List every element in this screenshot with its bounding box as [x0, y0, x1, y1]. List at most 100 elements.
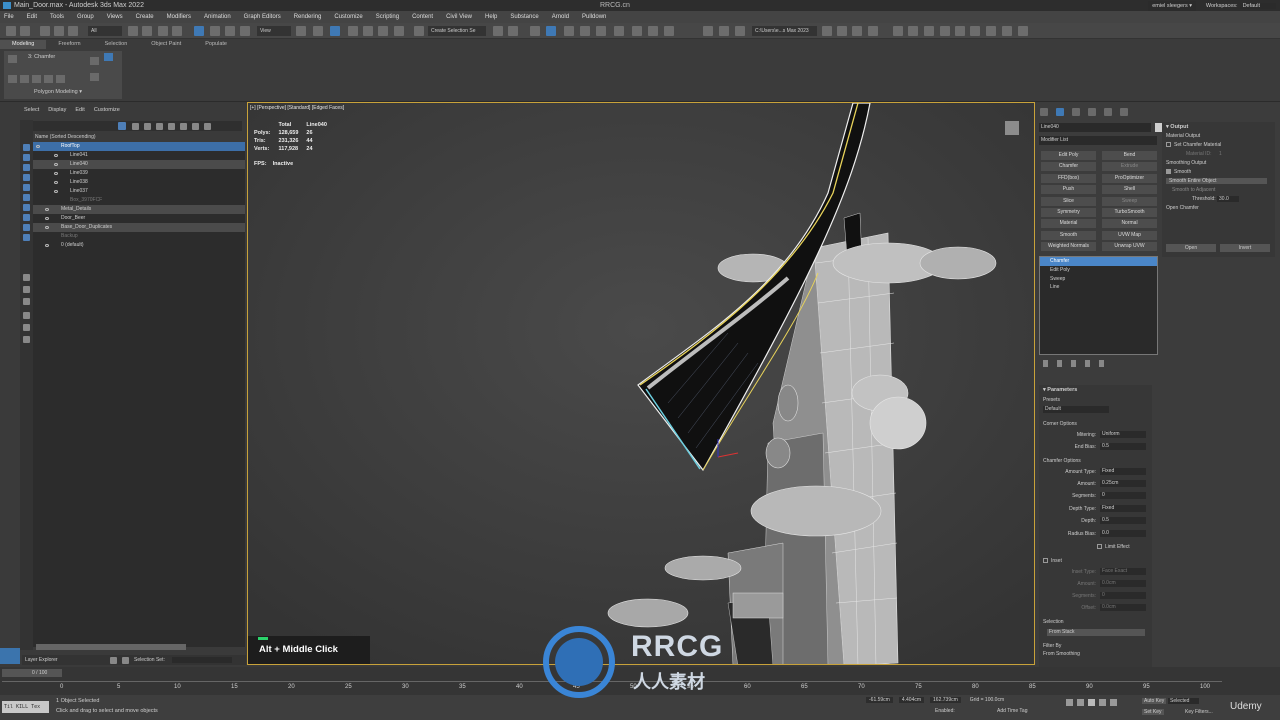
eye-icon[interactable] — [45, 226, 49, 229]
smooth-checkbox[interactable]: Smooth — [1166, 169, 1275, 175]
play-icon[interactable] — [1088, 699, 1095, 706]
menu-customize[interactable]: Customize — [334, 14, 362, 20]
display-all-icon[interactable] — [23, 274, 30, 281]
menu-tools[interactable]: Tools — [50, 14, 64, 20]
selection-dropdown[interactable]: From Stack — [1047, 629, 1145, 636]
modify-tab-icon[interactable] — [1056, 108, 1064, 116]
select-by-name-icon[interactable] — [142, 26, 152, 36]
tab-modeling[interactable]: Modeling — [0, 40, 47, 49]
mod-unwrap-uvw-button[interactable]: Unwrap UVW — [1102, 242, 1157, 252]
render-icon[interactable] — [664, 26, 674, 36]
unlink-icon[interactable] — [54, 26, 64, 36]
xref-filter-icon[interactable] — [23, 214, 30, 221]
tool-a-icon[interactable] — [822, 26, 832, 36]
mod-normal-button[interactable]: Normal — [1102, 219, 1157, 229]
mod-sweep-button[interactable]: Sweep — [1102, 196, 1157, 206]
menu-modifiers[interactable]: Modifiers — [167, 14, 191, 20]
motion-tab-icon[interactable] — [1088, 108, 1096, 116]
eye-icon[interactable] — [45, 208, 49, 211]
y-coord-field[interactable]: 4.404cm — [898, 697, 925, 703]
keyboard-shortcut-override-icon[interactable] — [330, 26, 340, 36]
eye-icon[interactable] — [54, 154, 58, 157]
inset-amount-spinner[interactable]: 0.0cm — [1100, 580, 1146, 587]
scene-horizontal-scrollbar[interactable] — [36, 644, 186, 650]
scene-menu-select[interactable]: Select — [24, 107, 39, 113]
lock-icon[interactable] — [132, 123, 139, 130]
folder-icon[interactable] — [735, 26, 745, 36]
tool-m-icon[interactable] — [1018, 26, 1028, 36]
z-coord-field[interactable]: 162.739cm — [930, 697, 961, 703]
menu-content[interactable]: Content — [412, 14, 433, 20]
list-item[interactable]: Line040 — [33, 160, 245, 169]
modifier-list-dropdown[interactable]: Modifier List — [1039, 136, 1157, 145]
make-unique-icon[interactable] — [1071, 360, 1076, 367]
stack-item-edit-poly[interactable]: Edit Poly — [1040, 266, 1157, 275]
eye-icon[interactable] — [54, 172, 58, 175]
menu-animation[interactable]: Animation — [204, 14, 231, 20]
list-item[interactable]: Line037 — [33, 187, 245, 196]
selection-set-dropdown[interactable] — [172, 657, 232, 663]
tool-h-icon[interactable] — [940, 26, 950, 36]
geometry-filter-icon[interactable] — [23, 144, 30, 151]
hierarchy-tab-icon[interactable] — [1072, 108, 1080, 116]
show-end-result-icon[interactable] — [1057, 360, 1062, 367]
polygon-icon[interactable] — [44, 75, 53, 83]
tool-j-icon[interactable] — [970, 26, 980, 36]
threshold-field[interactable]: 30.0 — [1217, 196, 1239, 202]
inset-checkbox[interactable]: Inset — [1043, 558, 1062, 564]
amount-spinner[interactable]: 0.25cm — [1100, 480, 1146, 487]
align-icon[interactable] — [508, 26, 518, 36]
go-start-icon[interactable] — [1066, 699, 1073, 706]
create-selection-set-dropdown[interactable]: Create Selection Se — [428, 26, 486, 36]
menu-edit[interactable]: Edit — [27, 14, 37, 20]
save-project-icon[interactable] — [719, 26, 729, 36]
open-button[interactable]: Open — [1166, 244, 1216, 252]
end-bias-spinner[interactable]: 0.5 — [1100, 443, 1146, 450]
invert-display-icon[interactable] — [23, 298, 30, 305]
object-name-field[interactable]: Line040 — [1039, 123, 1151, 132]
select-children-icon[interactable] — [180, 123, 187, 130]
mod-shell-button[interactable]: Shell — [1102, 185, 1157, 195]
inset-offset-spinner[interactable]: 0.0cm — [1100, 604, 1146, 611]
parameters-title[interactable]: ▾ Parameters — [1043, 387, 1152, 393]
spacewarp-filter-icon[interactable] — [23, 194, 30, 201]
mod-material-button[interactable]: Material — [1041, 219, 1096, 229]
next-frame-icon[interactable] — [1099, 699, 1106, 706]
mod-push-button[interactable]: Push — [1041, 185, 1096, 195]
tool-k-icon[interactable] — [986, 26, 996, 36]
mod-smooth-button[interactable]: Smooth — [1041, 230, 1096, 240]
snaps-toggle-icon[interactable] — [348, 26, 358, 36]
segments-spinner[interactable]: 0 — [1100, 492, 1146, 499]
layer-options-icon[interactable] — [204, 123, 211, 130]
list-item[interactable]: Line038 — [33, 178, 245, 187]
sync-icon[interactable] — [23, 336, 30, 343]
redo-icon[interactable] — [20, 26, 30, 36]
layer-tool-icon[interactable] — [192, 123, 199, 130]
list-item[interactable]: Door_Beer — [33, 214, 245, 223]
element-icon[interactable] — [56, 75, 65, 83]
list-item[interactable]: Line041 — [33, 151, 245, 160]
border-icon[interactable] — [32, 75, 41, 83]
pin-stack-icon[interactable] — [104, 53, 113, 61]
menu-substance[interactable]: Substance — [510, 14, 538, 20]
utilities-tab-icon[interactable] — [1120, 108, 1128, 116]
tool-f-icon[interactable] — [908, 26, 918, 36]
toggle-scene-explorer-icon[interactable] — [530, 26, 540, 36]
go-end-icon[interactable] — [1110, 699, 1117, 706]
mod-uvw-map-button[interactable]: UVW Map — [1102, 230, 1157, 240]
tool-l-icon[interactable] — [1002, 26, 1012, 36]
bind-spacewarp-icon[interactable] — [68, 26, 78, 36]
menu-scripting[interactable]: Scripting — [376, 14, 399, 20]
select-object-icon[interactable] — [128, 26, 138, 36]
tool-c-icon[interactable] — [852, 26, 862, 36]
camera-filter-icon[interactable] — [23, 174, 30, 181]
display-none-icon[interactable] — [23, 286, 30, 293]
list-item[interactable]: Metal_Details — [33, 205, 245, 214]
placement-icon[interactable] — [240, 26, 250, 36]
percent-snap-icon[interactable] — [378, 26, 388, 36]
new-layer-icon[interactable] — [168, 123, 175, 130]
mod-prooptimizer-button[interactable]: ProOptimizer — [1102, 173, 1157, 183]
add-layer-icon[interactable] — [144, 123, 151, 130]
display-tab-icon[interactable] — [1104, 108, 1112, 116]
find-icon[interactable] — [23, 312, 30, 319]
